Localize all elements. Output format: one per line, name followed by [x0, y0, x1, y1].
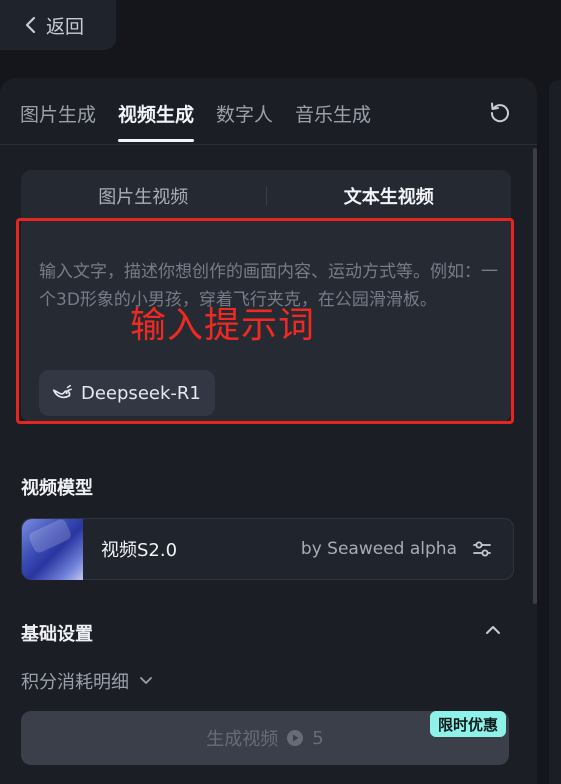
refresh-icon[interactable]: [488, 100, 512, 124]
panel-scrollbar[interactable]: [533, 148, 537, 604]
chevron-down-icon: [140, 677, 152, 684]
annotation-label: 输入提示词: [130, 305, 316, 346]
generate-label: 生成视频: [206, 729, 279, 750]
tabs-divider: [0, 144, 537, 145]
cost-details-toggle[interactable]: 积分消耗明细: [21, 668, 153, 694]
mode-image-to-video[interactable]: 图片生视频: [21, 183, 266, 209]
video-model-selector[interactable]: 视频S2.0 by Seaweed alpha: [21, 518, 514, 580]
play-circle-icon: [287, 730, 304, 746]
mode-text-to-video[interactable]: 文本生视频: [267, 183, 512, 209]
whale-icon: [52, 384, 72, 399]
mode-switch: 图片生视频 文本生视频: [21, 170, 511, 222]
model-provider: by Seaweed alpha: [300, 539, 457, 559]
adjacent-panel-edge: [549, 80, 561, 784]
promo-badge: 限时优惠: [430, 711, 507, 737]
tab-video-generation[interactable]: 视频生成: [118, 100, 195, 142]
basic-settings-title: 基础设置: [21, 624, 93, 645]
model-chip-label: Deepseek-R1: [81, 382, 201, 404]
model-thumbnail: [22, 518, 83, 580]
generation-tabs: 图片生成 视频生成 数字人 音乐生成: [20, 100, 371, 142]
tab-music-generation[interactable]: 音乐生成: [295, 100, 371, 127]
chevron-left-icon: [25, 16, 36, 34]
cost-details-label: 积分消耗明细: [21, 672, 129, 693]
tab-digital-human[interactable]: 数字人: [216, 100, 273, 127]
model-name: 视频S2.0: [101, 540, 178, 561]
deepseek-model-chip[interactable]: Deepseek-R1: [39, 370, 215, 416]
chevron-up-icon[interactable]: [485, 623, 501, 637]
tab-image-generation[interactable]: 图片生成: [20, 100, 96, 127]
back-button[interactable]: 返回: [0, 0, 116, 50]
back-label: 返回: [46, 15, 85, 38]
video-model-title: 视频模型: [21, 478, 93, 499]
generate-cost: 5: [312, 727, 324, 749]
sliders-icon[interactable]: [471, 538, 493, 560]
